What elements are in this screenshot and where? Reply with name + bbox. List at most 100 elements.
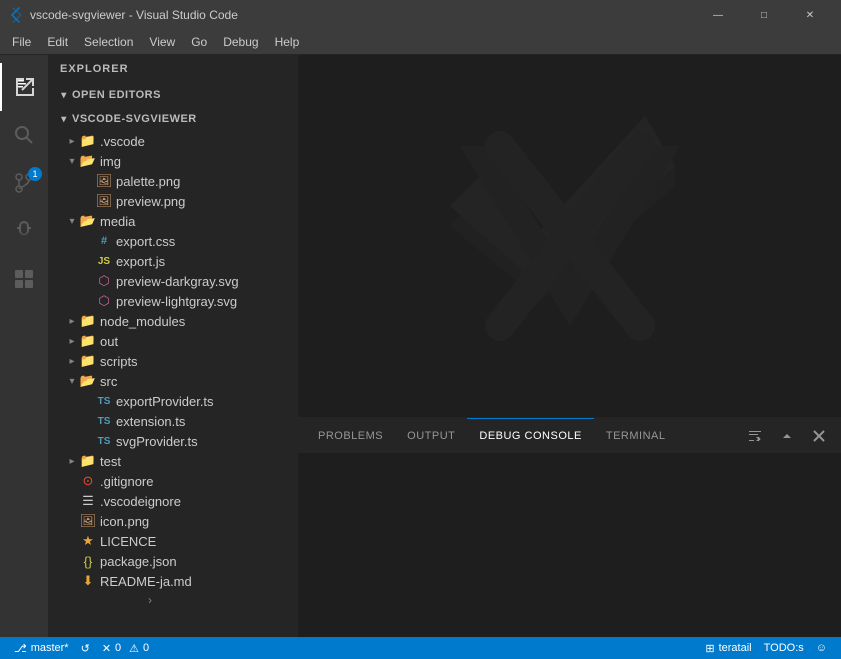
tree-item-img[interactable]: ▾ 📂 img bbox=[48, 151, 298, 171]
tree-item-package-json[interactable]: {} package.json bbox=[48, 551, 298, 571]
tree-item-export-js[interactable]: JS export.js bbox=[48, 251, 298, 271]
file-icon-vscodeignore: ☰ bbox=[80, 493, 96, 509]
file-icon-licence: ★ bbox=[80, 533, 96, 549]
tree-item-out[interactable]: ▸ 📁 out bbox=[48, 331, 298, 351]
tree-item-gitignore[interactable]: ⊙ .gitignore bbox=[48, 471, 298, 491]
tree-item-icon-png[interactable]: 🖼 icon.png bbox=[48, 511, 298, 531]
scroll-more[interactable]: › bbox=[48, 591, 298, 609]
tree-item-src[interactable]: ▾ 📂 src bbox=[48, 371, 298, 391]
file-icon-preview-dark: ⬡ bbox=[96, 273, 112, 289]
file-icon-gitignore: ⊙ bbox=[80, 473, 96, 489]
tree-item-vscodeignore[interactable]: ☰ .vscodeignore bbox=[48, 491, 298, 511]
tree-item-export-provider[interactable]: TS exportProvider.ts bbox=[48, 391, 298, 411]
menu-view[interactable]: View bbox=[141, 31, 183, 53]
warning-icon: ⚠ bbox=[129, 642, 139, 655]
activity-extensions[interactable] bbox=[0, 255, 48, 303]
arrow-empty-preview-dark bbox=[80, 273, 96, 289]
menu-selection[interactable]: Selection bbox=[76, 31, 141, 53]
arrow-empty-readme bbox=[64, 573, 80, 589]
label-icon-png: icon.png bbox=[100, 514, 149, 529]
activity-search[interactable] bbox=[0, 111, 48, 159]
sidebar-header: Explorer bbox=[48, 55, 298, 83]
tree-item-node-modules[interactable]: ▸ 📁 node_modules bbox=[48, 311, 298, 331]
title-bar-icon bbox=[8, 7, 24, 23]
arrow-scripts: ▸ bbox=[64, 353, 80, 369]
smiley-icon: ☺ bbox=[816, 642, 827, 654]
folder-icon-node-modules: 📁 bbox=[80, 313, 96, 329]
status-extension[interactable]: ⊞ teratail bbox=[699, 637, 757, 659]
arrow-empty-export-provider bbox=[80, 393, 96, 409]
tree-item-preview-light[interactable]: ⬡ preview-lightgray.svg bbox=[48, 291, 298, 311]
tree-item-preview-dark[interactable]: ⬡ preview-darkgray.svg bbox=[48, 271, 298, 291]
status-todo[interactable]: TODO:s bbox=[758, 637, 810, 659]
close-panel-button[interactable] bbox=[805, 422, 833, 450]
tree-item-extension[interactable]: TS extension.ts bbox=[48, 411, 298, 431]
tree-item-preview-png[interactable]: 🖼 preview.png bbox=[48, 191, 298, 211]
status-smiley[interactable]: ☺ bbox=[810, 637, 833, 659]
section-project[interactable]: ▾ VSCODE-SVGVIEWER bbox=[48, 107, 298, 131]
close-button[interactable]: ✕ bbox=[787, 0, 833, 30]
tab-terminal[interactable]: TERMINAL bbox=[594, 418, 678, 453]
source-control-badge: 1 bbox=[28, 167, 42, 181]
menu-file[interactable]: File bbox=[4, 31, 39, 53]
menu-help[interactable]: Help bbox=[267, 31, 308, 53]
tab-debug-console[interactable]: DEBUG CONSOLE bbox=[467, 418, 593, 453]
file-icon-palette: 🖼 bbox=[96, 173, 112, 189]
file-icon-icon-png: 🖼 bbox=[80, 513, 96, 529]
tree-item-svg-provider[interactable]: TS svgProvider.ts bbox=[48, 431, 298, 451]
title-bar-controls: — □ ✕ bbox=[695, 0, 833, 30]
tab-problems[interactable]: PROBLEMS bbox=[306, 418, 395, 453]
arrow-img: ▾ bbox=[64, 153, 80, 169]
scroll-more-icon: › bbox=[148, 593, 152, 607]
main-layout: 1 Explorer ▾ OPEN EDITORS bbox=[0, 55, 841, 637]
arrow-empty-preview-light bbox=[80, 293, 96, 309]
maximize-button[interactable]: □ bbox=[741, 0, 787, 30]
label-export-provider: exportProvider.ts bbox=[116, 394, 214, 409]
menu-go[interactable]: Go bbox=[183, 31, 215, 53]
label-gitignore: .gitignore bbox=[100, 474, 153, 489]
arrow-empty-gitignore bbox=[64, 473, 80, 489]
wrap-button[interactable] bbox=[741, 422, 769, 450]
status-errors[interactable]: ✕ 0 ⚠ 0 bbox=[96, 637, 155, 659]
status-sync[interactable]: ↺ bbox=[75, 637, 96, 659]
panel-actions bbox=[741, 422, 833, 450]
arrow-empty-svg-provider bbox=[80, 433, 96, 449]
tree-item-export-css[interactable]: # export.css bbox=[48, 231, 298, 251]
arrow-media: ▾ bbox=[64, 213, 80, 229]
status-branch[interactable]: ⎇ master* bbox=[8, 637, 75, 659]
collapse-button[interactable] bbox=[773, 422, 801, 450]
menu-debug[interactable]: Debug bbox=[215, 31, 266, 53]
label-img: img bbox=[100, 154, 121, 169]
file-icon-package-json: {} bbox=[80, 553, 96, 569]
label-scripts: scripts bbox=[100, 354, 138, 369]
folder-icon-media: 📂 bbox=[80, 213, 96, 229]
tree-item-palette[interactable]: 🖼 palette.png bbox=[48, 171, 298, 191]
menu-edit[interactable]: Edit bbox=[39, 31, 76, 53]
arrow-empty-export-js bbox=[80, 253, 96, 269]
label-readme: README-ja.md bbox=[100, 574, 192, 589]
bottom-panel: PROBLEMS OUTPUT DEBUG CONSOLE TERMINAL bbox=[298, 417, 841, 637]
title-bar: vscode-svgviewer - Visual Studio Code — … bbox=[0, 0, 841, 30]
label-out: out bbox=[100, 334, 118, 349]
tree-item-media[interactable]: ▾ 📂 media bbox=[48, 211, 298, 231]
section-open-editors[interactable]: ▾ OPEN EDITORS bbox=[48, 83, 298, 107]
tree-item-scripts[interactable]: ▸ 📁 scripts bbox=[48, 351, 298, 371]
label-palette: palette.png bbox=[116, 174, 180, 189]
label-export-js: export.js bbox=[116, 254, 165, 269]
arrow-src: ▾ bbox=[64, 373, 80, 389]
tree-item-licence[interactable]: ★ LICENCE bbox=[48, 531, 298, 551]
activity-explorer[interactable] bbox=[0, 63, 48, 111]
tab-output[interactable]: OUTPUT bbox=[395, 418, 467, 453]
panel-content bbox=[298, 453, 841, 637]
tree-item-readme[interactable]: ⬇ README-ja.md bbox=[48, 571, 298, 591]
activity-source-control[interactable]: 1 bbox=[0, 159, 48, 207]
activity-debug[interactable] bbox=[0, 207, 48, 255]
file-icon-svg-provider: TS bbox=[96, 433, 112, 449]
tree-item-vscode[interactable]: ▸ 📁 .vscode bbox=[48, 131, 298, 151]
arrow-test: ▸ bbox=[64, 453, 80, 469]
branch-name: master* bbox=[31, 642, 69, 654]
tree-item-test[interactable]: ▸ 📁 test bbox=[48, 451, 298, 471]
vscode-logo bbox=[298, 55, 841, 417]
minimize-button[interactable]: — bbox=[695, 0, 741, 30]
label-vscodeignore: .vscodeignore bbox=[100, 494, 181, 509]
